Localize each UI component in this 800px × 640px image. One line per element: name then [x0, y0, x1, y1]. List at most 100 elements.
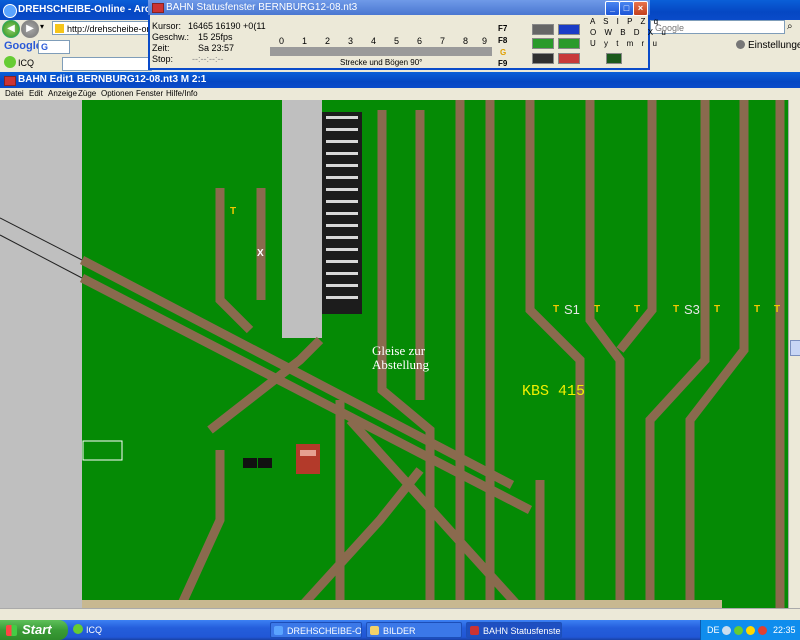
f7-key[interactable]: F7 — [498, 24, 507, 33]
icq-label: ICQ — [18, 58, 35, 68]
favicon-icon — [55, 24, 64, 33]
g-key[interactable]: G — [500, 48, 506, 57]
tool-caption: Strecke und Bögen 90° — [340, 58, 423, 67]
google-logo: Google — [4, 38, 42, 54]
digit-3[interactable]: 3 — [348, 36, 353, 46]
tray-arrow-icon[interactable] — [722, 626, 731, 635]
task-label: BAHN Statusfenster ... — [483, 626, 562, 636]
menu-hilfe[interactable]: Hilfe/Info — [166, 88, 198, 100]
icq-quicklaunch-icon[interactable] — [73, 624, 83, 634]
mode-swatch-dark[interactable] — [532, 53, 554, 64]
track-lower-3 — [296, 467, 424, 608]
track-layout-canvas[interactable]: Gleise zur Abstellung KBS 415 S1 S3 T T … — [0, 100, 800, 620]
vertical-scrollbar[interactable] — [788, 100, 800, 608]
signal-marker: T — [634, 304, 641, 315]
back-button[interactable]: ◀ — [2, 20, 20, 38]
bahn-icon — [4, 76, 16, 86]
folder-icon — [370, 626, 379, 635]
task-bilder[interactable]: BILDER — [366, 622, 462, 638]
internet-explorer-icon — [3, 4, 17, 18]
menu-anzeige[interactable]: Anzeige — [48, 88, 77, 100]
signal-marker: T — [594, 304, 601, 315]
close-button[interactable]: × — [633, 1, 648, 16]
icq-flower-icon — [4, 56, 16, 68]
google-toolbar-search[interactable]: G — [38, 40, 70, 54]
gleise-label: Gleise zur Abstellung — [372, 344, 429, 372]
cursor-value: 16465 16190 +0(11 — [188, 21, 266, 31]
mode-swatch-green-2[interactable] — [558, 38, 580, 49]
settings-button[interactable]: Einstellungen — [736, 39, 800, 53]
speed-label: Geschw.: — [152, 32, 190, 42]
digit-4[interactable]: 4 — [371, 36, 376, 46]
minimize-button[interactable]: _ — [605, 1, 620, 16]
mode-swatch-1[interactable] — [532, 24, 554, 35]
track-v-6 — [585, 100, 625, 608]
browser-search-input[interactable]: Google — [650, 20, 785, 34]
digit-1[interactable]: 1 — [302, 36, 307, 46]
search-icon[interactable]: ⌕ — [787, 20, 799, 34]
track-v-9 — [685, 100, 749, 608]
address-bar[interactable]: http://drehscheibe-online.d — [52, 21, 152, 35]
stop-label: Stop: — [152, 54, 174, 64]
history-dropdown-icon[interactable]: ▾ — [40, 22, 44, 31]
menu-datei[interactable]: Datei — [5, 88, 24, 100]
track-marker: X — [257, 248, 264, 259]
mode-swatch-blue[interactable] — [558, 24, 580, 35]
selection-rectangle — [82, 440, 123, 461]
digit-6[interactable]: 6 — [417, 36, 422, 46]
forward-button[interactable]: ▶ — [21, 20, 39, 38]
f9-key[interactable]: F9 — [498, 59, 507, 68]
task-bahn-status[interactable]: BAHN Statusfenster ... — [466, 622, 562, 638]
char-row-2: O W B D X u — [590, 28, 669, 37]
speed-value: 15 25fps — [198, 32, 233, 42]
task-label: BILDER — [383, 626, 416, 636]
menu-zuege[interactable]: Züge — [78, 88, 96, 100]
signal-marker: T — [774, 304, 781, 315]
mode-swatch-small[interactable] — [606, 53, 622, 64]
digit-2[interactable]: 2 — [325, 36, 330, 46]
main-window-title-bar[interactable]: BAHN Edit1 BERNBURG12-08.nt3 M 2:1 — [0, 72, 800, 88]
tray-alert-icon[interactable] — [758, 626, 767, 635]
track-tool-palette[interactable] — [270, 47, 492, 56]
horizontal-scrollbar[interactable] — [0, 608, 800, 620]
digit-8[interactable]: 8 — [463, 36, 468, 46]
stop-value: --:--:--:-- — [192, 54, 224, 64]
mode-swatch-red[interactable] — [558, 53, 580, 64]
task-drehscheibe[interactable]: DREHSCHEIBE-Online... — [270, 622, 362, 638]
track-v-8 — [645, 100, 710, 608]
language-indicator[interactable]: DE — [707, 620, 720, 640]
ie-task-icon — [274, 626, 283, 635]
digit-0[interactable]: 0 — [279, 36, 284, 46]
menu-fenster[interactable]: Fenster — [136, 88, 163, 100]
menu-edit[interactable]: Edit — [29, 88, 43, 100]
windows-logo-icon — [6, 625, 17, 636]
maximize-button[interactable]: □ — [619, 1, 634, 16]
time-value: Sa 23:57 — [198, 43, 235, 53]
digit-7[interactable]: 7 — [440, 36, 445, 46]
status-window-title-bar[interactable]: BAHN Statusfenster BERNBURG12-08.nt3 — [148, 0, 650, 15]
f8-key[interactable]: F8 — [498, 36, 507, 45]
track-label-s1: S1 — [564, 302, 580, 317]
cursor-label: Kursor: — [152, 21, 182, 31]
g-icon: G — [41, 42, 49, 52]
bahn-task-icon — [470, 626, 479, 635]
scrollbar-thumb[interactable] — [790, 340, 800, 356]
tray-shield-icon[interactable] — [746, 626, 755, 635]
digit-9[interactable]: 9 — [482, 36, 487, 46]
sand-strip — [82, 600, 722, 608]
settings-label: Einstellungen — [748, 40, 800, 51]
start-label: Start — [22, 622, 52, 637]
quicklaunch-label: ICQ — [86, 625, 103, 635]
digit-5[interactable]: 5 — [394, 36, 399, 46]
icq-input[interactable] — [62, 57, 152, 71]
tray-icq-icon[interactable] — [734, 626, 743, 635]
gleise-line-2: Abstellung — [372, 357, 430, 372]
mode-swatch-green[interactable] — [532, 38, 554, 49]
menu-bar: Datei Edit Anzeige Züge Optionen Fenster… — [0, 88, 800, 100]
menu-optionen[interactable]: Optionen — [101, 88, 133, 100]
gear-icon — [736, 40, 745, 49]
google-logo-text: Google — [4, 40, 42, 52]
time-label: Zeit: — [152, 43, 170, 53]
clock[interactable]: 22:35 — [773, 620, 796, 640]
char-row-3: U y t m r u — [590, 39, 660, 48]
